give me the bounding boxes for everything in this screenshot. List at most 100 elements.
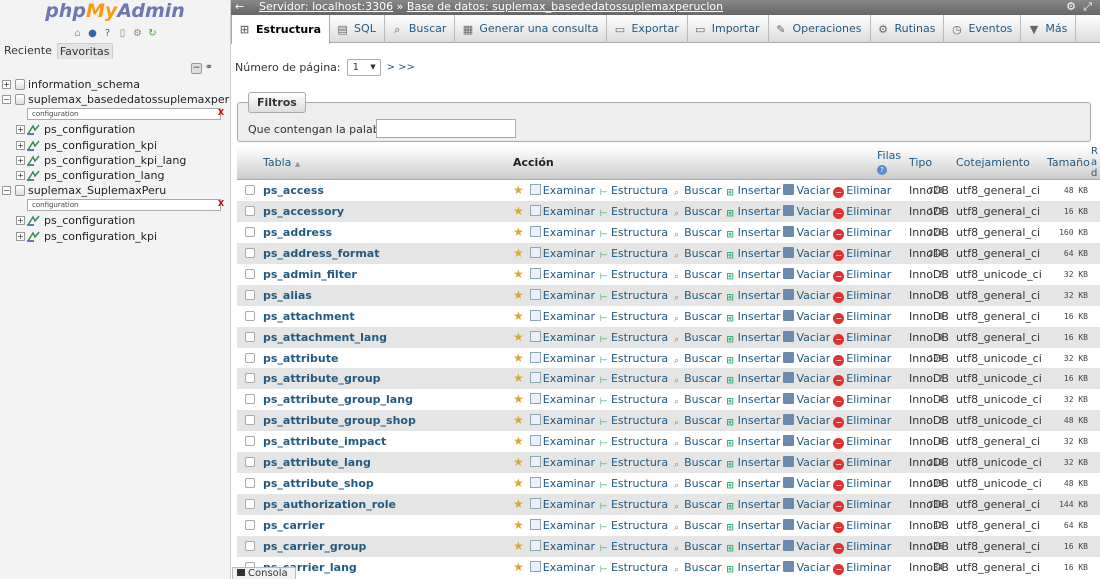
action-estructura[interactable]: ⊢ Estructura [598,519,669,533]
expand-icon[interactable]: − [2,186,11,196]
home-icon[interactable]: ⌂ [72,28,83,39]
action-examinar[interactable]: Examinar [529,225,595,239]
action-eliminar[interactable]: − Eliminar [833,331,891,345]
action-examinar[interactable]: Examinar [529,393,595,406]
favorite-star-icon[interactable]: ★ [513,476,524,490]
tree-table[interactable]: + ps_configuration_kpi_lang [0,153,230,168]
action-estructura[interactable]: ⊢ Estructura [598,393,669,407]
clear-filter-icon[interactable]: X [218,199,224,209]
table-name-link[interactable]: ps_carrier [263,515,324,536]
favorite-star-icon[interactable]: ★ [513,351,524,365]
action-eliminar[interactable]: − Eliminar [833,540,891,554]
phpmyadmin-logo[interactable]: phpMyAdmin [0,0,230,24]
action-buscar[interactable]: ⌕ Buscar [671,289,722,303]
filter-input[interactable] [376,119,516,138]
row-checkbox[interactable] [245,415,255,426]
action-insertar[interactable]: ⊞ Insertar [725,247,780,261]
expand-icon[interactable]: + [2,80,11,89]
action-vaciar[interactable]: Vaciar [783,288,830,302]
action-examinar[interactable]: Examinar [529,246,595,260]
table-name-link[interactable]: ps_admin_filter [263,264,357,285]
action-buscar[interactable]: ⌕ Buscar [671,435,722,449]
action-eliminar[interactable]: − Eliminar [833,393,891,408]
action-examinar[interactable]: Examinar [529,372,595,385]
action-insertar[interactable]: ⊞ Insertar [725,268,780,282]
table-name-link[interactable]: ps_alias [263,285,312,306]
action-estructura[interactable]: ⊢ Estructura [598,205,669,219]
tab-importar[interactable]: ▭ Importar [688,15,769,43]
tab-exportar[interactable]: ▭ Exportar [607,15,688,43]
tab-estructura[interactable]: ⊞ Estructura [231,15,331,44]
expand-icon[interactable]: + [16,125,25,135]
favorite-star-icon[interactable]: ★ [513,371,524,385]
favorite-star-icon[interactable]: ★ [513,434,524,448]
action-insertar[interactable]: ⊞ Insertar [725,393,780,407]
action-eliminar[interactable]: − Eliminar [833,226,891,240]
tree-table[interactable]: + ps_configuration_lang [0,168,230,183]
expand-icon[interactable]: + [16,170,25,180]
favorite-star-icon[interactable]: ★ [513,330,524,344]
table-name-link[interactable]: ps_attribute_group_lang [263,389,413,410]
help-icon[interactable]: ? [102,28,113,39]
table-name-link[interactable]: ps_accessory [263,201,344,222]
action-examinar[interactable]: Examinar [529,435,595,448]
action-eliminar[interactable]: − Eliminar [833,247,891,261]
action-insertar[interactable]: ⊞ Insertar [725,184,780,198]
action-eliminar[interactable]: − Eliminar [833,561,891,575]
action-insertar[interactable]: ⊞ Insertar [725,352,780,366]
tree-table-label[interactable]: ps_configuration_kpi_lang [44,153,186,168]
action-eliminar[interactable]: − Eliminar [833,372,891,387]
favorite-star-icon[interactable]: ★ [513,267,524,281]
tree-table[interactable]: + ps_configuration [0,213,230,228]
row-checkbox[interactable] [245,247,255,258]
row-checkbox[interactable] [245,352,255,363]
action-examinar[interactable]: Examinar [529,456,595,469]
action-examinar[interactable]: Examinar [529,267,595,281]
collapse-all-icon[interactable]: − [191,63,202,74]
expand-icon[interactable]: + [16,155,25,165]
panel-toggle-icon[interactable]: ← [235,0,245,14]
action-vaciar[interactable]: Vaciar [783,414,830,427]
tree-table-label[interactable]: ps_configuration_lang [44,168,164,183]
action-vaciar[interactable]: Vaciar [783,539,830,553]
expand-icon[interactable]: ⤢ [1083,0,1092,14]
table-name-link[interactable]: ps_attachment [263,306,355,327]
favorite-star-icon[interactable]: ★ [513,518,524,532]
action-insertar[interactable]: ⊞ Insertar [725,519,780,533]
favorite-star-icon[interactable]: ★ [513,225,524,239]
tab-rutinas[interactable]: ⚙ Rutinas [871,15,945,43]
row-checkbox[interactable] [245,520,255,530]
action-buscar[interactable]: ⌕ Buscar [671,456,722,470]
favorite-star-icon[interactable]: ★ [513,246,524,260]
action-vaciar[interactable]: Vaciar [783,393,830,406]
action-eliminar[interactable]: − Eliminar [833,456,891,471]
action-vaciar[interactable]: Vaciar [783,372,830,385]
expand-icon[interactable]: − [2,95,11,105]
settings-icon[interactable]: ⚙ [132,28,143,39]
row-checkbox[interactable] [245,478,255,489]
row-checkbox[interactable] [245,185,255,195]
action-examinar[interactable]: Examinar [529,477,595,490]
action-examinar[interactable]: Examinar [529,519,595,532]
tree-table-label[interactable]: ps_configuration [44,122,135,137]
action-examinar[interactable]: Examinar [529,330,595,344]
action-vaciar[interactable]: Vaciar [783,267,830,281]
favorites-tab[interactable]: Favoritas [56,43,113,59]
action-vaciar[interactable]: Vaciar [783,351,830,365]
table-name-link[interactable]: ps_attribute_shop [263,473,374,494]
info-icon[interactable]: ? [877,165,887,175]
action-estructura[interactable]: ⊢ Estructura [598,331,669,345]
expand-icon[interactable]: + [16,231,25,241]
tree-database[interactable]: + information_schema [0,77,230,92]
table-name-link[interactable]: ps_attribute_lang [263,452,371,473]
action-insertar[interactable]: ⊞ Insertar [725,477,780,491]
header-filas[interactable]: Filas? [877,149,901,175]
tab-operaciones[interactable]: ✎ Operaciones [769,15,871,43]
favorite-star-icon[interactable]: ★ [513,204,524,218]
page-next-links[interactable]: > >> [387,62,415,73]
action-insertar[interactable]: ⊞ Insertar [725,561,780,575]
action-estructura[interactable]: ⊢ Estructura [598,540,669,554]
table-name-link[interactable]: ps_attribute_group_shop [263,410,416,431]
docs-icon[interactable]: ▯ [117,28,128,39]
action-buscar[interactable]: ⌕ Buscar [671,519,722,533]
